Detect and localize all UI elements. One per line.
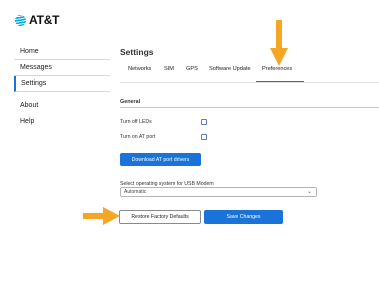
os-select-value: Automatic [124, 189, 147, 195]
chevron-down-icon: ⌄ [306, 189, 312, 195]
sidebar-item-messages[interactable]: Messages [14, 60, 110, 76]
sidebar-item-help[interactable]: Help [14, 114, 110, 130]
annotation-arrow-right [83, 207, 120, 225]
annotation-arrow-down [270, 20, 288, 66]
page-title: Settings [120, 47, 154, 57]
tabs-divider [120, 82, 379, 83]
save-changes-button[interactable]: Save Changes [204, 210, 283, 224]
app-header: AT&T [0, 0, 379, 36]
download-at-port-drivers-button[interactable]: Download AT port drivers [120, 153, 201, 166]
tab-gps[interactable]: GPS [186, 66, 198, 72]
sidebar-item-settings[interactable]: Settings [14, 76, 110, 92]
turn-on-at-port-label: Turn on AT port [120, 134, 156, 140]
tab-sim[interactable]: SIM [164, 66, 174, 72]
restore-factory-defaults-button[interactable]: Restore Factory Defaults [119, 210, 201, 224]
section-divider [120, 107, 379, 108]
turn-on-at-port-checkbox[interactable] [201, 134, 207, 140]
turn-off-leds-checkbox[interactable] [201, 119, 207, 125]
section-title-general: General [120, 99, 141, 105]
sidebar-item-home[interactable]: Home [14, 44, 110, 60]
att-globe-icon [15, 14, 26, 26]
tab-software-update[interactable]: Software Update [209, 66, 251, 72]
brand-name: AT&T [29, 13, 60, 27]
att-logo: AT&T [15, 13, 60, 27]
tab-networks[interactable]: Networks [128, 66, 151, 72]
os-select[interactable]: Automatic ⌄ [120, 187, 317, 197]
sidebar-nav: Home Messages Settings About Help [14, 44, 110, 130]
sidebar-item-about[interactable]: About [14, 98, 110, 114]
turn-off-leds-label: Turn off LEDs [120, 119, 152, 125]
